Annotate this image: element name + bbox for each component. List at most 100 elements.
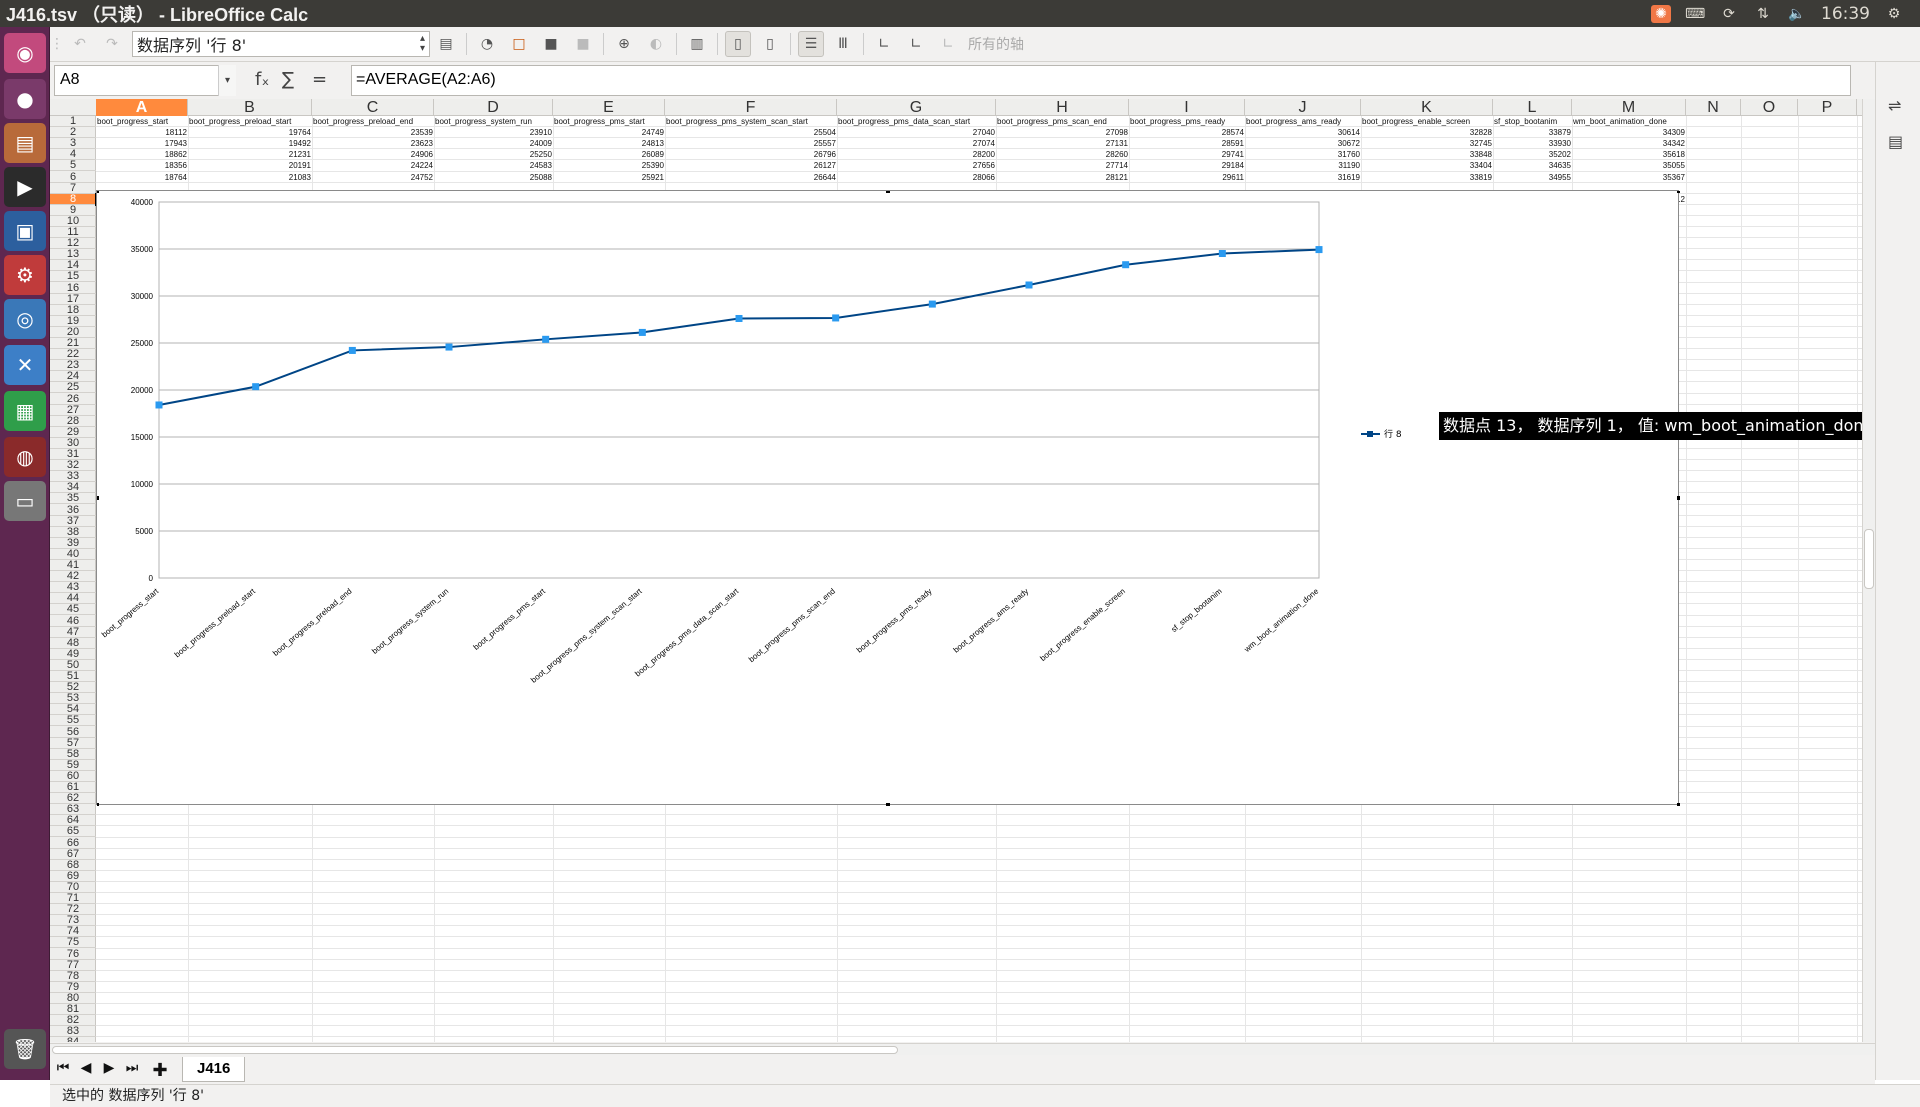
legend-icon[interactable]: ▯ [757, 31, 783, 57]
data-cell[interactable]: 30672 [1245, 138, 1361, 149]
data-cell[interactable]: 26089 [553, 149, 665, 160]
data-cell[interactable]: 33404 [1361, 160, 1493, 171]
data-cell[interactable]: 32745 [1361, 138, 1493, 149]
column-header-b[interactable]: B [188, 99, 312, 116]
line-chart[interactable]: 0 5000 10000 15000 20000 25000 30000 35000 40000… [97, 191, 1680, 806]
row-header[interactable]: 36 [50, 505, 96, 516]
disc-icon[interactable]: ◍ [4, 437, 46, 477]
row-header[interactable]: 79 [50, 982, 96, 993]
row-header[interactable]: 9 [50, 205, 96, 216]
data-cell[interactable]: 24749 [553, 127, 665, 138]
column-header-l[interactable]: L [1493, 99, 1572, 116]
3d-view-icon[interactable]: ■ [570, 31, 596, 57]
row-header[interactable]: 11 [50, 227, 96, 238]
column-header-j[interactable]: J [1245, 99, 1361, 116]
chart-area-icon[interactable]: ■ [538, 31, 564, 57]
vertical-scrollbar[interactable] [1862, 99, 1875, 1042]
row-header[interactable]: 49 [50, 649, 96, 660]
data-cell[interactable]: 34342 [1572, 138, 1686, 149]
first-sheet-icon[interactable]: ⏮ [53, 1060, 73, 1080]
row-header[interactable]: 28 [50, 416, 96, 427]
sync-icon[interactable]: ⟳ [1719, 5, 1739, 23]
row-header[interactable]: 7 [50, 183, 96, 194]
row-header[interactable]: 30 [50, 438, 96, 449]
row-header[interactable]: 63 [50, 804, 96, 816]
chevron-down-icon[interactable]: ▾ [218, 65, 236, 96]
last-sheet-icon[interactable]: ⏭ [122, 1060, 142, 1080]
scroll-thumb[interactable] [1864, 529, 1874, 589]
data-cell[interactable]: 28591 [1129, 138, 1245, 149]
trash-icon[interactable]: 🗑 [4, 1029, 46, 1069]
data-cell[interactable]: 31619 [1245, 172, 1361, 183]
data-ranges-icon[interactable]: ◐ [643, 31, 669, 57]
row-header[interactable]: 62 [50, 793, 96, 805]
row-header[interactable]: 3 [50, 138, 96, 150]
row-header[interactable]: 68 [50, 860, 96, 871]
data-cell[interactable]: 26127 [665, 160, 837, 171]
prev-sheet-icon[interactable]: ◀ [76, 1060, 96, 1080]
redo-icon[interactable]: ↷ [99, 31, 125, 57]
data-cell[interactable]: 24752 [312, 172, 434, 183]
row-header[interactable]: 67 [50, 849, 96, 860]
column-header-h[interactable]: H [996, 99, 1129, 116]
header-cell[interactable]: sf_stop_bootanim [1493, 116, 1572, 127]
data-cell[interactable]: 35367 [1572, 172, 1686, 183]
files-icon[interactable]: ▤ [4, 123, 46, 163]
data-cell[interactable]: 18356 [96, 160, 188, 171]
virtualbox-icon[interactable]: ▣ [4, 211, 46, 251]
row-header[interactable]: 18 [50, 305, 96, 316]
row-header[interactable]: 15 [50, 271, 96, 283]
data-cell[interactable]: 25504 [665, 127, 837, 138]
calculator-icon[interactable]: ✕ [4, 345, 46, 385]
data-cell[interactable]: 24813 [553, 138, 665, 149]
sheet-tab-j416[interactable]: J416 [182, 1057, 246, 1082]
data-cell[interactable]: 25921 [553, 172, 665, 183]
row-header[interactable]: 29 [50, 427, 96, 438]
data-cell[interactable]: 25390 [553, 160, 665, 171]
data-table-icon[interactable]: ⊕ [611, 31, 637, 57]
data-cell[interactable]: 29184 [1129, 160, 1245, 171]
column-header-g[interactable]: G [837, 99, 996, 116]
properties-icon[interactable]: ⇌ [1888, 96, 1901, 115]
row-header[interactable]: 72 [50, 904, 96, 916]
row-header[interactable]: 42 [50, 571, 96, 583]
column-header-e[interactable]: E [553, 99, 665, 116]
row-header[interactable]: 44 [50, 593, 96, 605]
row-header[interactable]: 27 [50, 405, 96, 416]
row-header[interactable]: 52 [50, 682, 96, 694]
data-cell[interactable]: 18112 [96, 127, 188, 138]
gear-icon[interactable]: ⚙ [1884, 5, 1904, 23]
row-header[interactable]: 47 [50, 627, 96, 638]
row-header[interactable]: 16 [50, 283, 96, 294]
row-header[interactable]: 64 [50, 815, 96, 827]
data-cell[interactable]: 23539 [312, 127, 434, 138]
column-header-p[interactable]: P [1798, 99, 1857, 116]
row-header[interactable]: 13 [50, 249, 96, 261]
header-cell[interactable]: boot_progress_start [96, 116, 188, 127]
row-header[interactable]: 6 [50, 172, 96, 183]
data-cell[interactable]: 28121 [996, 172, 1129, 183]
row-header[interactable]: 80 [50, 993, 96, 1004]
row-header[interactable]: 76 [50, 949, 96, 960]
row-header[interactable]: 5 [50, 160, 96, 172]
row-header[interactable]: 14 [50, 260, 96, 272]
column-header-d[interactable]: D [434, 99, 553, 116]
row-header[interactable]: 48 [50, 638, 96, 649]
data-cell[interactable]: 27074 [837, 138, 996, 149]
row-header[interactable]: 8 [50, 193, 96, 205]
header-cell[interactable]: boot_progress_pms_start [553, 116, 665, 127]
data-cell[interactable]: 31760 [1245, 149, 1361, 160]
row-header[interactable]: 22 [50, 349, 96, 361]
row-header[interactable]: 73 [50, 915, 96, 927]
data-cell[interactable]: 34309 [1572, 127, 1686, 138]
row-header[interactable]: 53 [50, 693, 96, 705]
row-header[interactable]: 54 [50, 704, 96, 716]
row-header[interactable]: 39 [50, 538, 96, 549]
row-header[interactable]: 19 [50, 316, 96, 327]
row-header[interactable]: 31 [50, 449, 96, 460]
header-cell[interactable]: boot_progress_pms_scan_end [996, 116, 1129, 127]
header-cell[interactable]: boot_progress_preload_start [188, 116, 312, 127]
row-header[interactable]: 84 [50, 1037, 96, 1042]
header-cell[interactable]: boot_progress_pms_ready [1129, 116, 1245, 127]
column-header-k[interactable]: K [1361, 99, 1493, 116]
